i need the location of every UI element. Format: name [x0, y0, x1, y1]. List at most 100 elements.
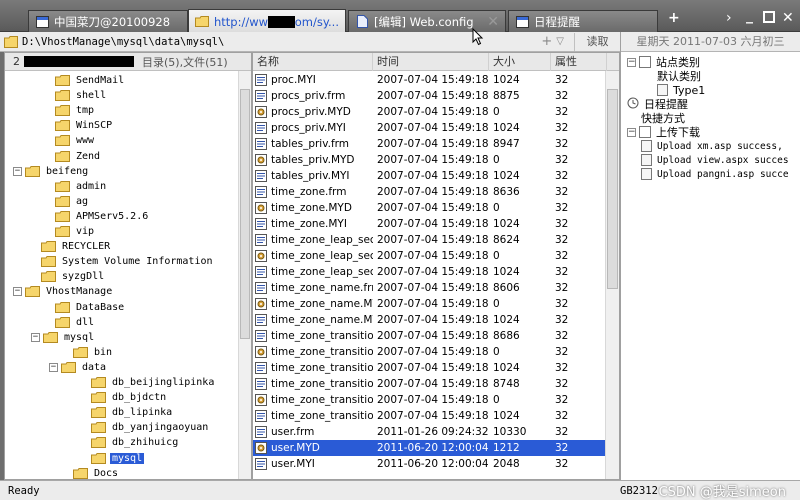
file-row[interactable]: user.MYI 2011-06-20 12:00:04 2048 32	[253, 456, 607, 472]
tab-caidao[interactable]: 中国菜刀@20100928	[28, 10, 188, 32]
tree-scrollbar[interactable]	[238, 71, 251, 479]
tree-item[interactable]: RECYCLER	[41, 239, 112, 254]
panel-item[interactable]: − 上传下载	[627, 125, 700, 139]
file-row[interactable]: time_zone.frm 2007-07-04 15:49:18 8636 32	[253, 184, 607, 200]
tree-item[interactable]: db_zhihuicg	[91, 435, 180, 450]
collapse-icon[interactable]: −	[627, 127, 636, 137]
tree-item[interactable]: APMServ5.2.6	[55, 209, 150, 224]
tree-item[interactable]: shell	[55, 88, 108, 103]
tree-item[interactable]: mysql	[91, 451, 145, 466]
tree-item[interactable]: Zend	[55, 149, 102, 164]
panel-item[interactable]: 默认类别	[657, 69, 701, 83]
panel-item[interactable]: Type1	[657, 83, 705, 97]
file-row[interactable]: time_zone_transition_... 2007-07-04 15:49…	[253, 408, 607, 424]
close-window-icon[interactable]: ✕	[782, 10, 794, 26]
tab-shell-url[interactable]: http://ww om/sy...	[188, 9, 346, 33]
add-bookmark-icon[interactable]: +	[541, 34, 552, 49]
panel-item[interactable]: 快捷方式	[641, 111, 685, 125]
collapse-icon[interactable]: −	[31, 332, 40, 342]
collapse-icon[interactable]: −	[49, 362, 58, 372]
tree-item[interactable]: db_bjdctn	[91, 390, 168, 405]
new-tab-button[interactable]: +	[668, 10, 680, 26]
file-row[interactable]: time_zone.MYD 2007-07-04 15:49:18 0 32	[253, 200, 607, 216]
column-size[interactable]: 大小	[489, 53, 551, 71]
panel-item[interactable]: Upload xm.asp success,	[641, 139, 783, 153]
file-row[interactable]: time_zone_leap_seco... 2007-07-04 15:49:1…	[253, 248, 607, 264]
file-time: 2007-07-04 15:49:18	[377, 90, 489, 102]
tree-item[interactable]: − data	[49, 360, 108, 375]
tree-item[interactable]: admin	[55, 179, 108, 194]
tree-item[interactable]: − beifeng	[13, 164, 90, 179]
tree-item[interactable]: db_beijinglipinka	[91, 375, 216, 390]
file-row[interactable]: time_zone_transition.f... 2007-07-04 15:4…	[253, 328, 607, 344]
collapse-icon[interactable]: −	[627, 57, 636, 67]
file-row[interactable]: procs_priv.MYI 2007-07-04 15:49:18 1024 32	[253, 120, 607, 136]
panel-item[interactable]: Upload pangni.asp succe	[641, 167, 789, 181]
tree-item[interactable]: WinSCP	[55, 118, 114, 133]
file-row[interactable]: time_zone_leap_seco... 2007-07-04 15:49:1…	[253, 232, 607, 248]
maximize-icon[interactable]	[763, 11, 775, 23]
file-row[interactable]: time_zone_leap_seco... 2007-07-04 15:49:1…	[253, 264, 607, 280]
tree-item[interactable]: db_lipinka	[91, 405, 174, 420]
file-row[interactable]: tables_priv.MYD 2007-07-04 15:49:18 0 32	[253, 152, 607, 168]
file-icon	[255, 378, 267, 390]
collapse-icon[interactable]: −	[13, 166, 22, 176]
read-button[interactable]: 读取	[574, 32, 620, 51]
file-row[interactable]: time_zone_name.MYI 2007-07-04 15:49:18 102…	[253, 312, 607, 328]
file-row[interactable]: time_zone_name.MYD 2007-07-04 15:49:18 0 32	[253, 296, 607, 312]
dropdown-icon[interactable]: ▽	[556, 36, 564, 47]
folder-icon	[91, 392, 106, 404]
file-list-scrollbar[interactable]	[605, 71, 619, 479]
tree-item[interactable]: www	[55, 133, 96, 148]
tree-item[interactable]: dll	[55, 315, 96, 330]
tree-item[interactable]: ag	[55, 194, 90, 209]
path-input[interactable]: D:\VhostManage\mysql\data\mysql\	[22, 36, 541, 48]
folder-icon	[43, 331, 58, 343]
folder-icon	[55, 135, 70, 147]
minimize-icon[interactable]: _	[746, 8, 753, 24]
file-row[interactable]: procs_priv.MYD 2007-07-04 15:49:18 0 32	[253, 104, 607, 120]
panel-item[interactable]: − 站点类别	[627, 55, 700, 69]
tree-item[interactable]: System Volume Information	[41, 254, 215, 269]
file-row[interactable]: user.MYD 2011-06-20 12:00:04 1212 32	[253, 440, 607, 456]
tree-item[interactable]: tmp	[55, 103, 96, 118]
file-time: 2007-07-04 15:49:18	[377, 170, 489, 182]
collapse-icon[interactable]: −	[13, 287, 22, 297]
file-row[interactable]: tables_priv.frm 2007-07-04 15:49:18 8947 32	[253, 136, 607, 152]
tree-item[interactable]: SendMail	[55, 73, 126, 88]
file-size: 2048	[493, 458, 520, 470]
file-row[interactable]: tables_priv.MYI 2007-07-04 15:49:18 1024 32	[253, 168, 607, 184]
tree-item[interactable]: Docs	[73, 466, 120, 479]
mouse-cursor-icon	[472, 28, 484, 46]
tree-item[interactable]: − VhostManage	[13, 284, 114, 299]
address-bar: D:\VhostManage\mysql\data\mysql\ + ▽ 读取	[0, 32, 620, 52]
column-attr[interactable]: 属性	[551, 53, 607, 71]
column-name[interactable]: 名称	[253, 53, 373, 71]
file-row[interactable]: time_zone_transition_... 2007-07-04 15:49…	[253, 376, 607, 392]
file-row[interactable]: time_zone_transition... 2007-07-04 15:49:…	[253, 344, 607, 360]
tree-item[interactable]: bin	[73, 345, 114, 360]
folder-icon	[55, 301, 70, 313]
panel-item[interactable]: 日程提醒	[627, 97, 688, 111]
file-row[interactable]: proc.MYI 2007-07-04 15:49:18 1024 32	[253, 72, 607, 88]
chevron-right-icon[interactable]: ›	[726, 10, 732, 26]
file-row[interactable]: time_zone_transition_... 2007-07-04 15:49…	[253, 392, 607, 408]
scrollbar-thumb[interactable]	[240, 89, 250, 339]
scrollbar-thumb[interactable]	[607, 89, 618, 289]
tree-item[interactable]: db_yanjingaoyuan	[91, 420, 210, 435]
tree-item[interactable]: − mysql	[31, 330, 96, 345]
panel-item-label: Type1	[673, 83, 706, 97]
tab-schedule[interactable]: 日程提醒	[508, 10, 658, 32]
tree-item[interactable]: vip	[55, 224, 96, 239]
tree-item[interactable]: syzgDll	[41, 269, 106, 284]
file-row[interactable]: time_zone.MYI 2007-07-04 15:49:18 1024 32	[253, 216, 607, 232]
document-icon	[657, 84, 668, 96]
file-row[interactable]: time_zone_transition... 2007-07-04 15:49:…	[253, 360, 607, 376]
file-row[interactable]: procs_priv.frm 2007-07-04 15:49:18 8875 32	[253, 88, 607, 104]
status-encoding[interactable]: GB2312	[620, 485, 658, 497]
column-time[interactable]: 时间	[373, 53, 489, 71]
tree-item[interactable]: DataBase	[55, 300, 126, 315]
file-row[interactable]: time_zone_name.frm 2007-07-04 15:49:18 860…	[253, 280, 607, 296]
file-row[interactable]: user.frm 2011-01-26 09:24:32 10330 32	[253, 424, 607, 440]
panel-item[interactable]: Upload view.aspx succes	[641, 153, 789, 167]
